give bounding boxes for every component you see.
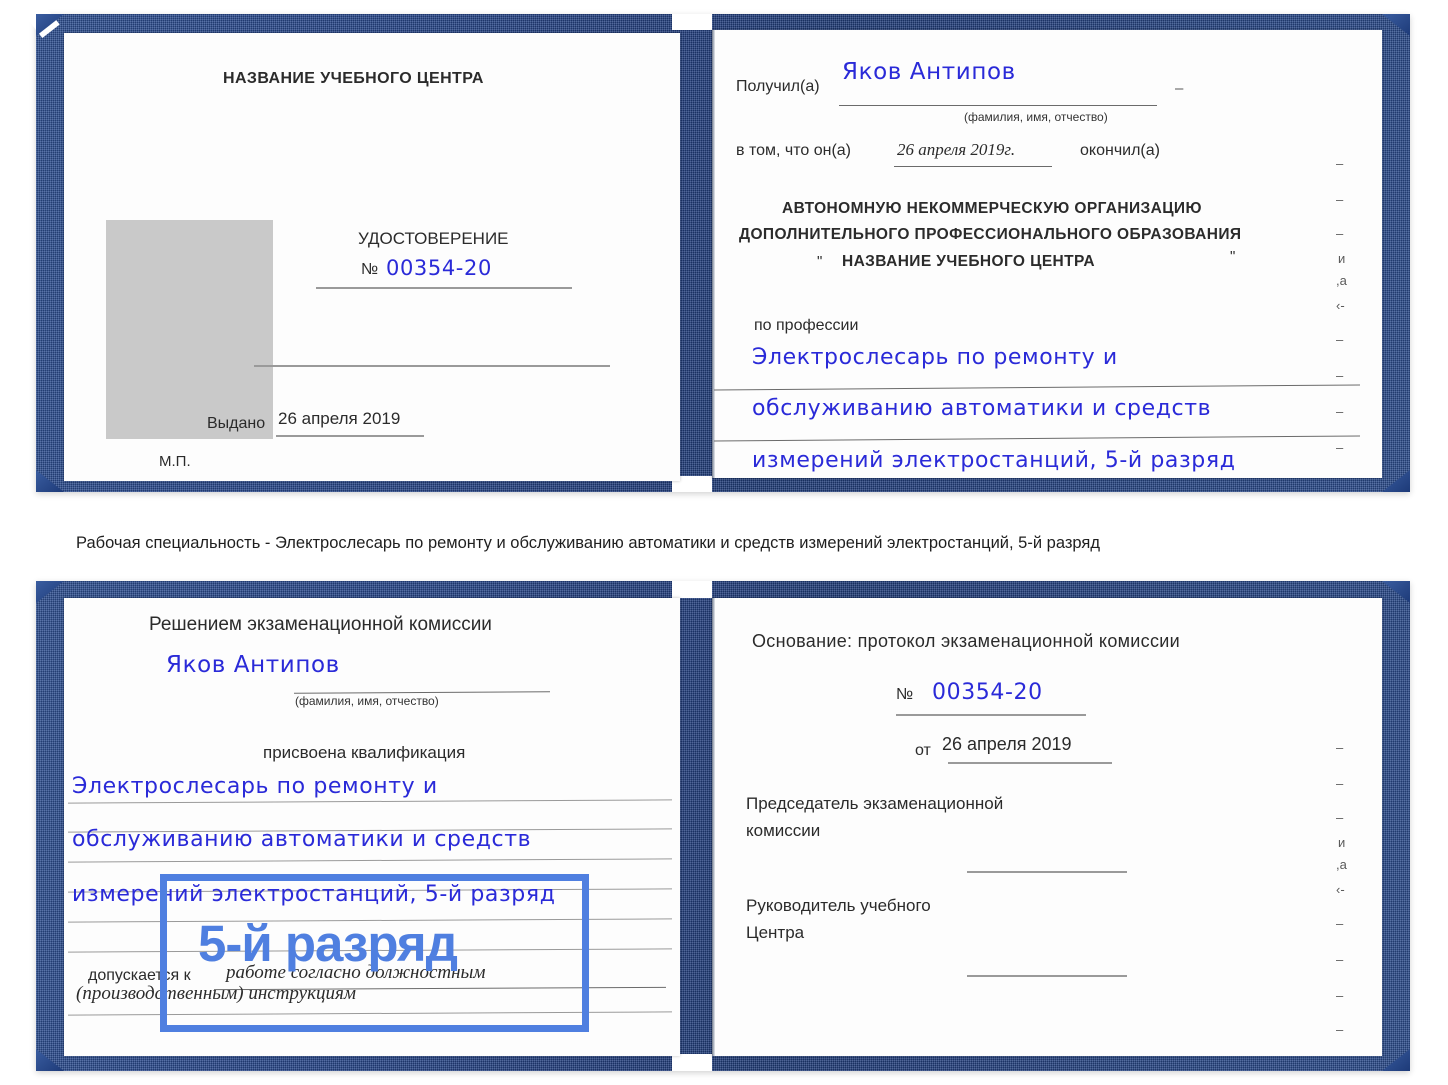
org-quote-open: " [817,253,823,270]
margin-mark-3: – [1336,226,1344,241]
margin-mark-5: ,а [1336,273,1347,288]
received-label: Получил(а) [736,78,820,95]
profession-line-2: обслуживанию автоматики и средств [752,396,1212,421]
commission-decision-heading: Решением экзаменационной комиссии [149,614,492,635]
completion-date-underline [894,166,1052,167]
margin2-mark-7: – [1336,916,1344,931]
protocol-number-symbol: № [896,686,914,703]
qual-rule-3 [68,858,672,863]
margin2-mark-10: – [1336,1022,1344,1037]
margin2-mark-8: – [1336,952,1344,967]
profession-line-3: измерений электростанций, 5-й разряд [752,448,1236,473]
chairman-line-1: Председатель экзаменационной [746,794,1004,813]
qual-rule-1 [68,799,672,804]
margin2-mark-3: – [1336,810,1344,825]
cert-bottom-right-page: Основание: протокол экзаменационной коми… [712,598,1382,1056]
training-center-heading: НАЗВАНИЕ УЧЕБНОГО ЦЕНТРА [223,70,484,87]
profession-line-1: Электрослесарь по ремонту и [752,345,1118,370]
margin-mark-1: – [1336,156,1344,171]
completion-date: 26 апреля 2019г. [897,140,1016,159]
org-quote-close: " [1230,248,1236,265]
issued-label: Выдано [207,415,266,432]
number-symbol: № [361,261,379,278]
fio-hint: (фамилия, имя, отчество) [964,110,1108,124]
number-underline [316,287,572,289]
margin-mark-6: ‹- [1336,298,1345,313]
margin2-mark-5: ,а [1336,857,1347,872]
protocol-number-value: 00354-20 [932,680,1043,705]
margin-mark-7: – [1336,332,1344,347]
highlight-label: 5-й разряд [198,915,458,972]
profession-rule-1 [714,384,1360,391]
qual-line-2: обслуживанию автоматики и средств [72,827,532,852]
margin2-mark-6: ‹- [1336,882,1345,897]
margin-mark-10: – [1336,440,1344,455]
margin-mark-8: – [1336,368,1344,383]
profession-rule-2 [714,435,1360,442]
basis-label: Основание: протокол экзаменационной коми… [752,631,1180,651]
cover2-spine-notch-top [672,581,712,598]
certificate-title: УДОСТОВЕРЕНИЕ [358,229,509,248]
margin-mark-9: – [1336,404,1344,419]
margin2-mark-9: – [1336,988,1344,1003]
qual-line-1: Электрослесарь по ремонту и [72,774,438,799]
from-date-underline [948,762,1112,764]
graduate-name: Яков Антипов [166,652,340,678]
image-caption: Рабочая специальность - Электрослесарь п… [76,534,1100,552]
page-gutter-shadow [712,30,715,478]
profession-label: по профессии [754,317,859,334]
issued-date-value: 26 апреля 2019 [278,409,401,428]
finished-label: окончил(а) [1080,142,1160,159]
from-label: от [915,742,931,759]
blank-rule [254,365,610,367]
protocol-number-underline [896,714,1086,716]
cert-top-right-page: Получил(а) Яков Антипов (фамилия, имя, о… [712,30,1382,478]
margin-dash-a: – [1175,80,1184,97]
page-gutter-shadow-2 [712,598,715,1056]
certificate-number-value: 00354-20 [386,256,492,280]
chairman-line-2: комиссии [746,821,821,840]
fio-hint-bottom: (фамилия, имя, отчество) [295,694,439,708]
cert-top-left-page: НАЗВАНИЕ УЧЕБНОГО ЦЕНТРА УДОСТОВЕРЕНИЕ №… [64,33,680,481]
seal-label: М.П. [159,453,191,470]
chairman-signature-line [967,871,1127,873]
head-signature-line [967,975,1127,977]
photo-placeholder [106,220,273,439]
issued-underline [276,435,424,437]
cover-spine-notch-top [672,14,712,30]
margin-mark-4: и [1338,251,1346,266]
head-line-2: Центра [746,923,805,942]
margin2-mark-4: и [1338,835,1346,850]
org-line-2: ДОПОЛНИТЕЛЬНОГО ПРОФЕССИОНАЛЬНОГО ОБРАЗО… [739,226,1242,243]
head-line-1: Руководитель учебного [746,896,931,915]
certificate-scan-canvas: НАЗВАНИЕ УЧЕБНОГО ЦЕНТРА УДОСТОВЕРЕНИЕ №… [0,0,1448,1085]
from-date-value: 26 апреля 2019 [942,734,1072,754]
org-line-1: АВТОНОМНУЮ НЕКОММЕРЧЕСКУЮ ОРГАНИЗАЦИЮ [782,200,1202,217]
margin2-mark-2: – [1336,776,1344,791]
margin-mark-2: – [1336,192,1344,207]
cover2-spine-notch-bottom [672,1054,712,1071]
recipient-underline [839,105,1157,106]
org-line-3: НАЗВАНИЕ УЧЕБНОГО ЦЕНТРА [842,253,1095,270]
margin2-mark-1: – [1336,740,1344,755]
that-label: в том, что он(а) [736,142,851,159]
recipient-name: Яков Антипов [842,59,1016,85]
qualification-label: присвоена квалификация [263,743,466,762]
